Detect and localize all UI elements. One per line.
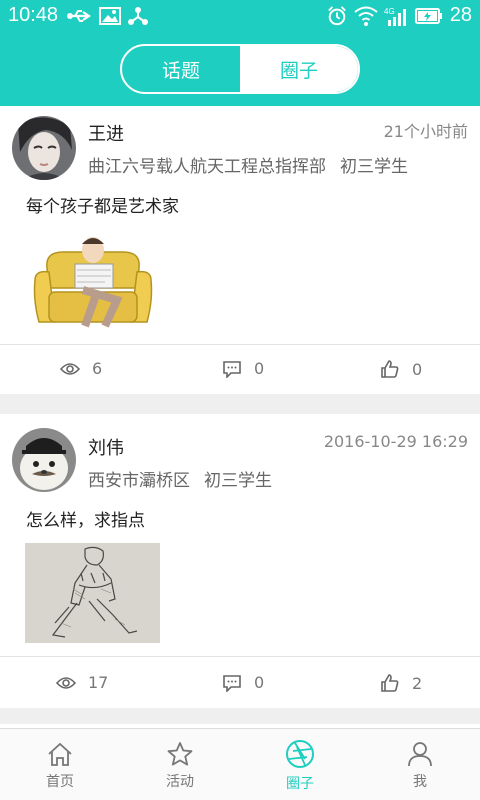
alarm-icon: [328, 6, 346, 26]
tab-activity-label: 活动: [166, 774, 194, 790]
comments-count: 0: [254, 359, 265, 378]
aperture-icon: [286, 740, 314, 768]
like-button[interactable]: 2: [380, 673, 422, 693]
author-grade: 初三学生: [204, 471, 272, 491]
post-time: 2016-10-29 16:29: [323, 432, 468, 451]
views-stat: 6: [60, 359, 102, 378]
avatar[interactable]: [12, 116, 76, 180]
bottom-tab-bar: 首页 活动 圈子 我: [0, 728, 480, 800]
avatar[interactable]: [12, 428, 76, 492]
image-icon: [99, 7, 121, 25]
tab-me[interactable]: 我: [360, 729, 480, 800]
post-image[interactable]: [25, 543, 160, 643]
tab-activity[interactable]: 活动: [120, 729, 240, 800]
author-meta: 西安市灞桥区 初三学生: [88, 466, 272, 491]
tab-circle-label: 圈子: [286, 776, 314, 792]
comments-count: 0: [254, 673, 265, 692]
comments-button[interactable]: 0: [222, 673, 264, 692]
tab-home-label: 首页: [46, 774, 74, 790]
comments-button[interactable]: 0: [222, 359, 264, 378]
post-image[interactable]: [25, 230, 160, 330]
battery-level: 28: [449, 4, 472, 26]
user-icon: [408, 742, 432, 767]
post-card[interactable]: 王进 21个小时前 曲江六号载人航天工程总指挥部 初三学生 每个孩子都是艺术家 6: [0, 106, 480, 394]
post-card[interactable]: 刘伟 2016-10-29 16:29 西安市灞桥区初三学生 怎么样，求指点: [0, 414, 480, 708]
post-content: 怎么样，求指点: [26, 511, 145, 531]
home-icon: [48, 742, 72, 766]
author-grade: 初三学生: [340, 157, 408, 177]
wifi-icon: [354, 6, 378, 26]
segment-control: 话题 圈子: [120, 44, 360, 94]
battery-icon: [415, 8, 442, 24]
eye-icon: [56, 676, 76, 689]
status-time: 10:48: [8, 4, 59, 26]
tab-home[interactable]: 首页: [0, 729, 120, 800]
comment-icon: [223, 674, 241, 692]
tab-circle[interactable]: 圈子: [240, 46, 358, 92]
thumbs-up-icon: [381, 360, 399, 378]
views-count: 6: [92, 359, 103, 378]
divider: [0, 344, 480, 345]
usb-icon: [67, 10, 91, 22]
hub-icon: [128, 7, 148, 25]
author-location: 西安市灞桥区: [88, 471, 190, 491]
like-button[interactable]: 0: [380, 359, 422, 379]
likes-count: 0: [412, 359, 423, 379]
status-bar: 10:48 4G 28: [0, 0, 480, 34]
views-count: 17: [88, 673, 109, 692]
svg-text:4G: 4G: [384, 7, 395, 16]
post-time: 21个小时前: [383, 122, 468, 141]
star-icon: [167, 742, 193, 766]
signal-icon: 4G: [384, 7, 406, 26]
post-content: 每个孩子都是艺术家: [26, 197, 179, 217]
author-name[interactable]: 刘伟: [88, 434, 124, 460]
header-bar: 10:48 4G 28 话题 圈子: [0, 0, 480, 106]
thumbs-up-icon: [381, 674, 399, 692]
tab-me-label: 我: [413, 774, 427, 790]
likes-count: 2: [412, 673, 423, 693]
author-location: 曲江六号载人航天工程总指挥部: [88, 157, 326, 177]
views-stat: 17: [56, 673, 108, 692]
tab-circle-nav[interactable]: 圈子: [240, 729, 360, 800]
comment-icon: [223, 360, 241, 378]
divider: [0, 656, 480, 657]
author-meta: 曲江六号载人航天工程总指挥部 初三学生: [88, 152, 408, 177]
tab-topics[interactable]: 话题: [122, 46, 240, 92]
author-name[interactable]: 王进: [88, 120, 124, 146]
eye-icon: [60, 362, 80, 375]
